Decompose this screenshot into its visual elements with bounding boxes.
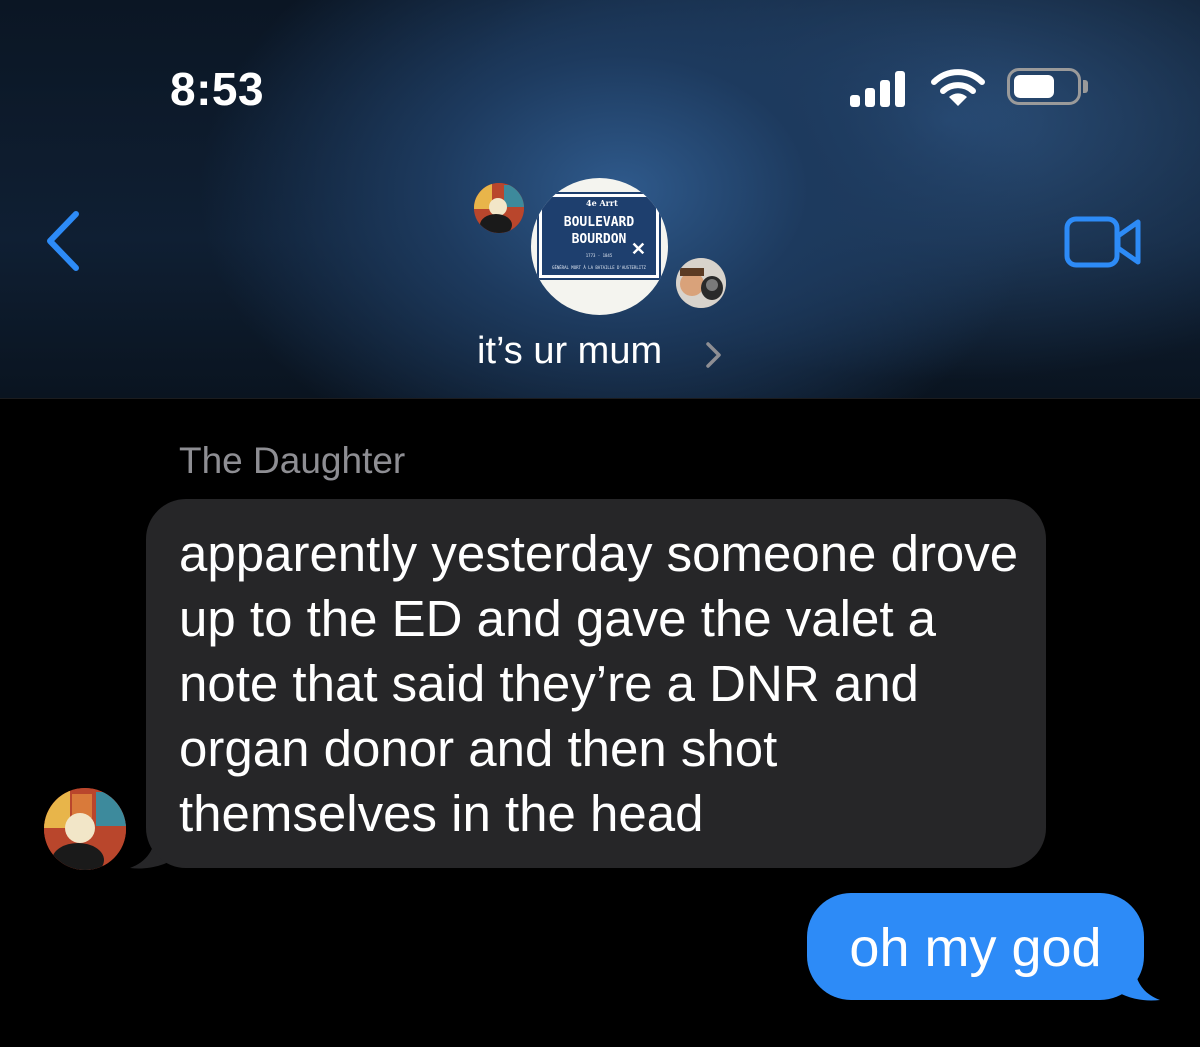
battery-icon <box>1007 68 1081 105</box>
status-icons <box>850 64 1090 114</box>
chevron-right-icon[interactable] <box>704 340 724 370</box>
sender-name: The Daughter <box>179 440 406 481</box>
member-avatar-2[interactable] <box>676 258 726 308</box>
cross-mark: ✕ <box>630 239 646 259</box>
battery-nub <box>1083 80 1088 93</box>
member-avatar-1[interactable] <box>474 183 524 233</box>
video-call-button[interactable] <box>1064 214 1144 270</box>
status-time: 8:53 <box>170 63 265 115</box>
incoming-message-text: apparently yesterday someone drove up to… <box>179 525 1019 842</box>
wifi-icon <box>931 69 985 106</box>
conversation-name[interactable]: it’s ur mum <box>477 330 662 373</box>
header-divider <box>0 398 1200 399</box>
group-avatar[interactable]: 4e Arrt BOULEVARD BOURDON 1773 - 1845 GÉ… <box>531 178 668 315</box>
outgoing-message-text: oh my god <box>849 918 1102 978</box>
street-sign-image: 4e Arrt BOULEVARD BOURDON 1773 - 1845 GÉ… <box>539 194 659 278</box>
sender-avatar[interactable] <box>44 788 126 870</box>
back-button[interactable] <box>40 206 86 276</box>
